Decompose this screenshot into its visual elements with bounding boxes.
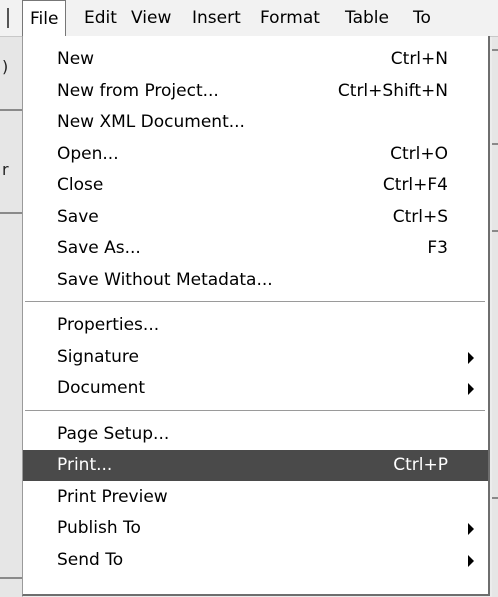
menu-view[interactable]: View xyxy=(124,0,178,36)
menu-item-document[interactable]: Document xyxy=(23,373,488,404)
background-rule xyxy=(492,497,498,499)
menu-separator xyxy=(25,301,485,303)
background-rule xyxy=(492,143,498,145)
file-menu-dropdown: New Ctrl+N New from Project... Ctrl+Shift+N… xyxy=(22,36,490,596)
menu-insert[interactable]: Insert xyxy=(185,0,248,36)
background-rule xyxy=(0,212,22,214)
background-rule xyxy=(492,230,498,232)
menu-item-label: Document xyxy=(57,378,146,398)
menu-item-save-as[interactable]: Save As... F3 xyxy=(23,233,488,264)
menu-item-new[interactable]: New Ctrl+N xyxy=(23,44,488,75)
menu-item-signature[interactable]: Signature xyxy=(23,342,488,373)
menu-item-shortcut: Ctrl+N xyxy=(390,49,448,69)
menu-item-properties[interactable]: Properties... xyxy=(23,310,488,341)
background-window-right xyxy=(492,37,498,597)
menu-item-shortcut: Ctrl+F4 xyxy=(382,175,448,195)
menu-item-label: Signature xyxy=(57,346,140,367)
menu-item-shortcut: Ctrl+O xyxy=(390,143,448,164)
menu-item-shortcut: Ctrl+Shift+N xyxy=(337,80,448,101)
menu-item-send-to[interactable]: Send To xyxy=(23,545,488,576)
submenu-arrow-icon xyxy=(468,383,474,395)
menu-item-label: Properties... xyxy=(57,315,160,335)
menu-separator xyxy=(25,409,485,412)
menubar-grip xyxy=(7,8,9,28)
menu-item-page-setup[interactable]: Page Setup... xyxy=(23,419,488,450)
menu-item-label: New from Project... xyxy=(57,80,219,101)
menu-item-label: New XML Document... xyxy=(57,112,245,132)
menu-table[interactable]: Table xyxy=(338,0,396,36)
menu-edit[interactable]: Edit xyxy=(77,0,124,36)
menu-item-print-preview[interactable]: Print Preview xyxy=(23,482,488,513)
background-fragment: ) xyxy=(2,57,9,76)
background-rule xyxy=(492,49,498,51)
menu-item-label: Print Preview xyxy=(57,486,168,507)
menu-item-save[interactable]: Save Ctrl+S xyxy=(23,202,488,233)
menu-item-label: Print... xyxy=(57,455,113,475)
submenu-arrow-icon xyxy=(468,554,474,567)
menu-item-label: Close xyxy=(57,175,104,195)
menu-item-label: Save xyxy=(57,206,99,227)
menu-item-label: New xyxy=(57,49,95,69)
menu-item-label: Send To xyxy=(57,549,124,570)
menu-item-new-xml-document[interactable]: New XML Document... xyxy=(23,107,488,138)
menu-item-shortcut: Ctrl+S xyxy=(392,206,448,227)
menu-file[interactable]: File xyxy=(22,0,67,37)
menu-item-save-without-metadata[interactable]: Save Without Metadata... xyxy=(23,265,488,296)
menu-item-publish-to[interactable]: Publish To xyxy=(23,513,488,544)
menu-item-label: Save Without Metadata... xyxy=(57,269,273,290)
menu-item-close[interactable]: Close Ctrl+F4 xyxy=(23,170,488,201)
background-rule xyxy=(0,109,22,111)
menu-item-open[interactable]: Open... Ctrl+O xyxy=(23,139,488,170)
menu-item-label: Open... xyxy=(57,143,119,164)
menu-item-new-from-project[interactable]: New from Project... Ctrl+Shift+N xyxy=(23,76,488,107)
background-rule xyxy=(0,577,22,579)
background-fragment: r xyxy=(2,160,9,179)
menu-item-shortcut: Ctrl+P xyxy=(393,455,448,475)
menu-item-shortcut: F3 xyxy=(427,238,448,258)
submenu-arrow-icon xyxy=(468,523,474,535)
background-window-left: ) r xyxy=(0,37,23,597)
menu-format[interactable]: Format xyxy=(253,0,327,36)
menu-bar: File Edit View Insert Format Table To xyxy=(0,0,498,37)
menu-item-label: Page Setup... xyxy=(57,423,170,444)
submenu-arrow-icon xyxy=(468,351,474,364)
menu-item-label: Publish To xyxy=(57,518,141,538)
menu-item-print[interactable]: Print... Ctrl+P xyxy=(23,450,488,481)
menu-item-label: Save As... xyxy=(57,238,141,258)
menu-tools[interactable]: To xyxy=(406,0,438,36)
